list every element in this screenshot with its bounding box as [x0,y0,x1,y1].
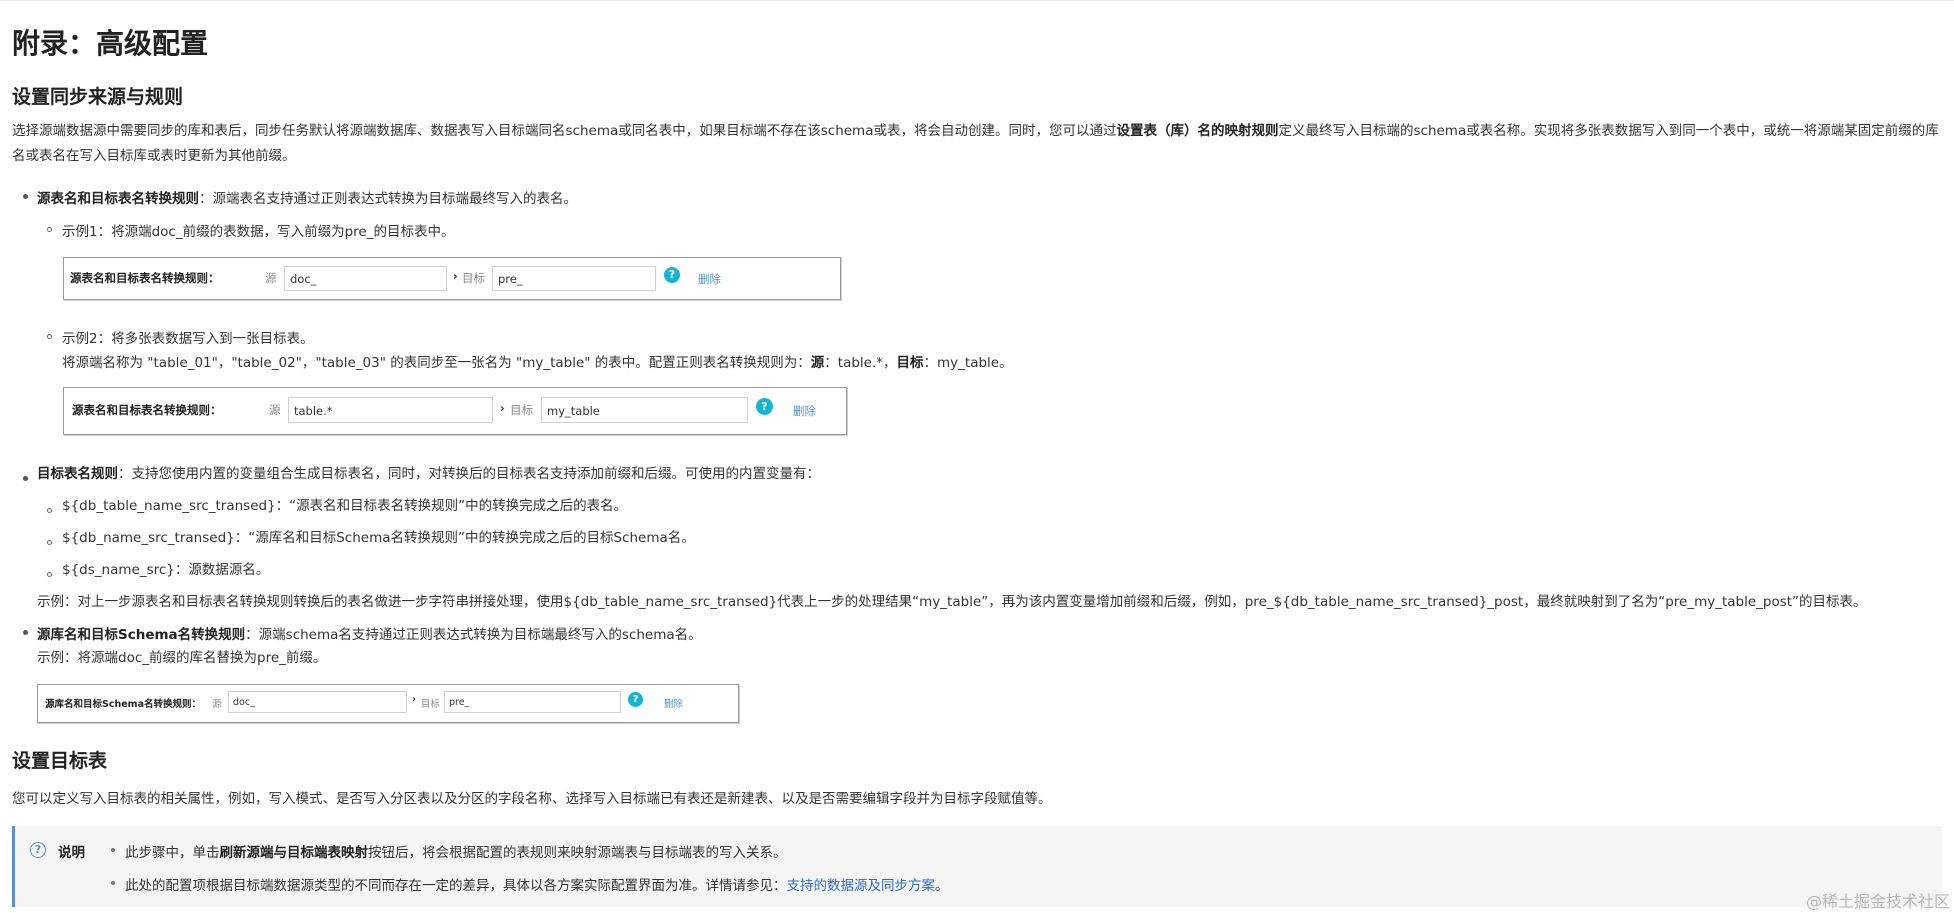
delete-link[interactable]: 删除 [664,696,683,710]
section-heading-target-table: 设置目标表 [12,750,108,772]
sub-bullet [47,334,52,339]
target-label: 目标 [510,403,533,417]
help-icon[interactable]: ? [756,398,773,415]
note-item: 此处的配置项根据目标端数据源类型的不同而存在一定的差异，具体以各方案实际配置界面… [125,878,949,894]
target-input[interactable]: my_table [541,397,748,423]
source-input[interactable]: doc_ [284,266,447,291]
sub-bullet [47,540,52,545]
chevron-right-icon: › [500,401,505,415]
config-label: 源库名和目标Schema名转换规则： [45,699,201,710]
config-table-rule-example-2: 源表名和目标表名转换规则： 源 table.* › 目标 my_table ? … [63,387,847,435]
help-icon[interactable]: ? [628,692,643,707]
config-table-rule-example-1: 源表名和目标表名转换规则： 源 doc_ › 目标 pre_ ? 删除 [63,257,841,300]
rule-example-2: 示例2：将多张表数据写入到一张目标表。 [62,331,314,347]
mapping-rule-term: 设置表（库）名的映射规则 [1116,123,1279,139]
rule-schema-example: 示例：将源端doc_前缀的库名替换为pre_前缀。 [37,650,327,666]
bullet [23,630,28,635]
target-table-text: 您可以定义写入目标表的相关属性，例如，写入模式、是否写入分区表以及分区的字段名称… [12,791,1052,807]
target-label: 目标 [421,699,441,710]
note-title: 说明 [58,845,85,861]
source-input[interactable]: doc_ [228,691,407,713]
sub-bullet [47,572,52,577]
bullet [111,881,115,885]
help-icon[interactable]: ? [664,267,680,283]
config-label: 源表名和目标表名转换规则： [72,403,222,417]
delete-link[interactable]: 删除 [793,403,816,419]
variable-item: ${db_table_name_src_transed}：“源表名和目标表名转换… [62,498,628,514]
sub-bullet [47,227,52,232]
variable-item: ${db_name_src_transed}：“源库名和目标Schema名转换规… [62,530,695,546]
chevron-right-icon: › [412,694,416,705]
rule-example-2-detail: 将源端名称为 "table_01"，"table_02"，"table_03" … [62,355,1013,371]
source-label: 源 [212,699,222,710]
bullet [23,476,28,481]
section-heading-sync-rules: 设置同步来源与规则 [12,86,184,108]
config-schema-rule-example: 源库名和目标Schema名转换规则： 源 doc_ › 目标 pre_ ? 删除 [37,684,739,723]
section-intro: 选择源端数据源中需要同步的库和表后，同步任务默认将源端数据库、数据表写入目标端同… [12,123,1939,164]
watermark: @稀土掘金技术社区 [1805,892,1950,911]
sub-bullet [47,508,52,513]
top-divider [0,0,1954,1]
supported-datasources-link[interactable]: 支持的数据源及同步方案 [787,878,936,894]
target-input[interactable]: pre_ [444,691,621,713]
rule-example-1: 示例1：将源端doc_前缀的表数据，写入前缀为pre_的目标表中。 [62,224,455,240]
rule-target-example: 示例：对上一步源表名和目标表名转换规则转换后的表名做进一步字符串拼接处理，使用$… [37,594,1867,610]
delete-link[interactable]: 删除 [698,271,721,287]
variable-item: ${ds_name_src}：源数据源名。 [62,562,270,578]
target-input[interactable]: pre_ [492,266,656,291]
source-input[interactable]: table.* [288,397,493,423]
rule-schema-name: 源库名和目标Schema名转换规则：源端schema名支持通过正则表达式转换为目… [37,627,702,643]
note-item: 此步骤中，单击刷新源端与目标端表映射按钮后，将会根据配置的表规则来映射源端表与目… [125,845,787,861]
target-label: 目标 [462,271,485,285]
config-label: 源表名和目标表名转换规则： [70,271,220,285]
rule-table-name: 源表名和目标表名转换规则：源端表名支持通过正则表达式转换为目标端最终写入的表名。 [37,191,577,207]
source-label: 源 [265,271,277,285]
chevron-right-icon: › [453,269,458,283]
rule-target-name: 目标表名规则：支持您使用内置的变量组合生成目标表名，同时，对转换后的目标表名支持… [37,466,820,482]
note-box: ? 说明 此步骤中，单击刷新源端与目标端表映射按钮后，将会根据配置的表规则来映射… [12,826,1942,907]
source-label: 源 [269,403,281,417]
info-icon: ? [30,842,46,858]
bullet [111,848,115,852]
page-title: 附录：高级配置 [12,27,209,60]
bullet [23,194,28,199]
